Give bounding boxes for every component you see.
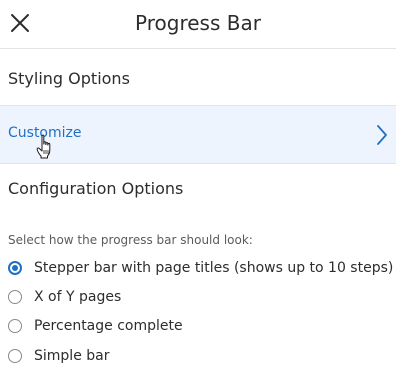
page-title: Progress Bar [135,11,261,35]
radio-option-label: Simple bar [34,348,110,364]
radio-option-stepper-bar[interactable]: Stepper bar with page titles (shows up t… [8,257,393,279]
progress-bar-style-hint: Select how the progress bar should look: [8,233,253,247]
hand-pointer-cursor-icon [36,134,51,159]
radio-option-x-of-y-pages[interactable]: X of Y pages [8,286,121,308]
radio-option-simple-bar[interactable]: Simple bar [8,345,109,367]
radio-option-label: Percentage complete [34,318,183,334]
radio-option-label: Stepper bar with page titles (shows up t… [34,260,394,276]
styling-options-heading: Styling Options [8,69,130,88]
radio-option-percentage-complete[interactable]: Percentage complete [8,315,183,337]
radio-button[interactable] [8,290,22,304]
customize-row[interactable]: Customize [0,105,396,164]
radio-button-selected[interactable] [8,261,22,275]
radio-button[interactable] [8,349,22,363]
chevron-right-icon [377,125,387,145]
configuration-options-heading: Configuration Options [8,179,184,198]
radio-option-label: X of Y pages [34,289,122,305]
panel-header: Progress Bar [0,0,396,49]
radio-button[interactable] [8,319,22,333]
